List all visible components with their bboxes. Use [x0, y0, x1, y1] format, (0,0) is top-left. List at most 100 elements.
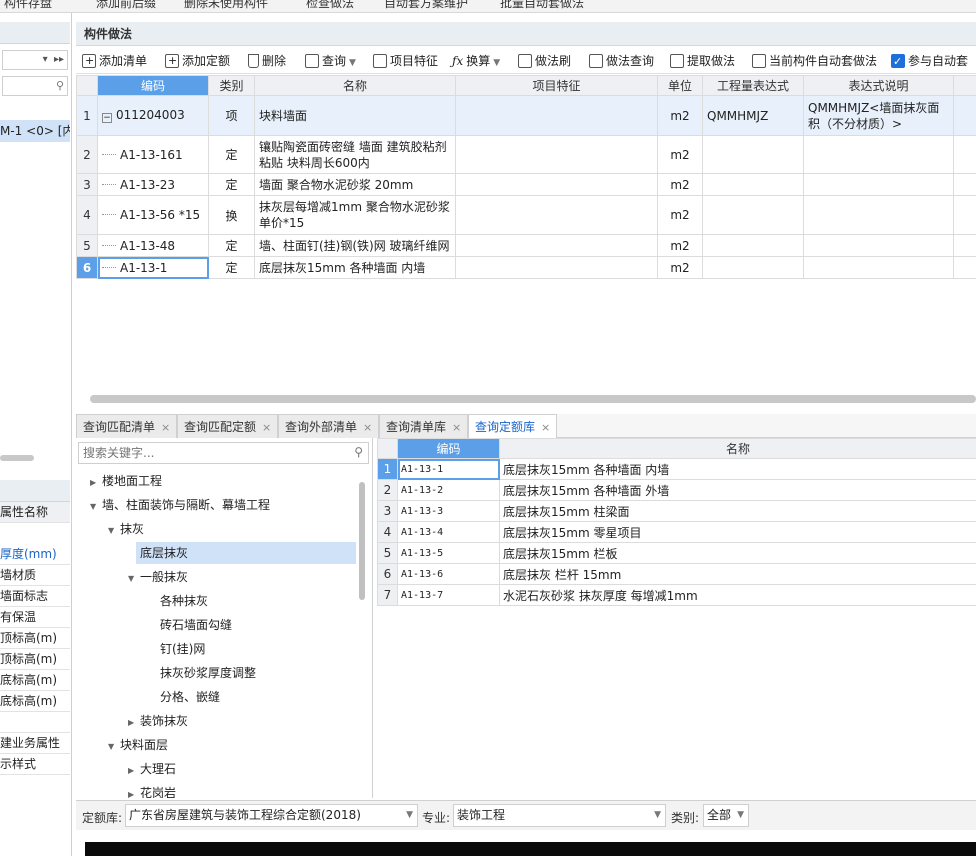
- method-grid: 编码 类别 名称 项目特征 单位 工程量表达式 表达式说明 1 −0112040…: [76, 75, 976, 375]
- tree-node[interactable]: 砖石墙面勾缝: [160, 614, 232, 636]
- prop-row[interactable]: 顶标高(m): [0, 628, 70, 649]
- major-select[interactable]: 装饰工程 ▼: [453, 804, 666, 827]
- col-code[interactable]: 编码: [97, 75, 209, 96]
- tree-node[interactable]: ▼ 墙、柱面装饰与隔断、幕墙工程: [90, 494, 270, 516]
- tree-node[interactable]: 分格、嵌缝: [160, 686, 220, 708]
- table-row[interactable]: 2 A1-13-2 底层抹灰15mm 各种墙面 外墙: [377, 479, 976, 501]
- collapse-icon[interactable]: −: [102, 113, 112, 123]
- tree-node[interactable]: ▼ 一般抹灰: [128, 566, 188, 588]
- col-desc[interactable]: 表达式说明: [803, 75, 954, 96]
- prop-row[interactable]: 底标高(m): [0, 670, 70, 691]
- tree-node[interactable]: ▶ 楼地面工程: [90, 470, 162, 492]
- auto-join-checkbox[interactable]: 参与自动套: [891, 51, 968, 72]
- top-batch-auto-button[interactable]: 批量自动套做法: [500, 0, 584, 11]
- prop-row[interactable]: 底标高(m): [0, 691, 70, 712]
- tree-node[interactable]: ▼ 块料面层: [108, 734, 168, 756]
- extract-method-button[interactable]: 提取做法: [670, 51, 735, 71]
- tree-vertical-scrollbar[interactable]: [359, 482, 365, 600]
- top-check-button[interactable]: 检查做法: [306, 0, 354, 11]
- method-brush-button[interactable]: 做法刷: [518, 51, 571, 71]
- table-row[interactable]: 5 A1-13-5 底层抹灰15mm 栏板: [377, 542, 976, 564]
- table-row[interactable]: 1 −011204003 项 块料墙面 m2 QMMHMJZ QMMHMJZ<墙…: [76, 95, 976, 136]
- top-delete-unused-button[interactable]: 删除未使用构件: [184, 0, 268, 11]
- table-row[interactable]: 4 A1-13-4 底层抹灰15mm 零星项目: [377, 521, 976, 543]
- tree-node[interactable]: ▶ 花岗岩: [128, 782, 176, 798]
- col-type[interactable]: 类别: [208, 75, 255, 96]
- tab-list-library[interactable]: 查询清单库 ×: [379, 414, 469, 438]
- tree-node[interactable]: ▶ 大理石: [128, 758, 176, 780]
- tree-node[interactable]: 钉(挂)网: [160, 638, 205, 660]
- close-icon[interactable]: ×: [541, 421, 550, 434]
- prop-row[interactable]: 建业务属性: [0, 733, 70, 754]
- expand-icon: ▶: [128, 766, 135, 775]
- add-quota-icon: [165, 51, 179, 71]
- auto-method-button[interactable]: 当前构件自动套做法: [752, 51, 877, 71]
- tree-search-box: ⚲: [78, 442, 369, 464]
- active-code-cell[interactable]: A1-13-1: [97, 256, 209, 279]
- tree-node[interactable]: 抹灰砂浆厚度调整: [160, 662, 256, 684]
- delete-button[interactable]: 删除: [248, 51, 286, 71]
- table-row[interactable]: 1 A1-13-1 底层抹灰15mm 各种墙面 内墙: [377, 458, 976, 480]
- left-search-input[interactable]: ⚲: [2, 76, 68, 96]
- tab-external-list[interactable]: 查询外部清单 ×: [278, 414, 380, 438]
- table-row[interactable]: 3 A1-13-3 底层抹灰15mm 柱梁面: [377, 500, 976, 522]
- left-filter-dropdown[interactable]: ▾ ▸▸: [2, 50, 68, 70]
- table-row[interactable]: 2 A1-13-161 定 镶贴陶瓷面砖密缝 墙面 建筑胶粘剂粘贴 块料周长60…: [76, 135, 976, 174]
- prop-row[interactable]: 有保温: [0, 607, 70, 628]
- table-row[interactable]: 4 A1-13-56 *15 换 抹灰层每增减1mm 聚合物水泥砂浆 单价*15…: [76, 195, 976, 235]
- grid-horizontal-scrollbar[interactable]: [90, 395, 976, 403]
- left-scrollbar[interactable]: [0, 455, 34, 461]
- add-list-button[interactable]: 添加清单: [82, 51, 147, 71]
- top-auto-scheme-button[interactable]: 自动套方案维护: [384, 0, 468, 11]
- prop-row[interactable]: 示样式: [0, 754, 70, 775]
- tree-search-input[interactable]: [79, 443, 339, 463]
- query-button[interactable]: 查询 ▼: [305, 51, 356, 71]
- prop-row[interactable]: 墙材质: [0, 565, 70, 586]
- tab-match-quota[interactable]: 查询匹配定额 ×: [177, 414, 279, 438]
- table-row[interactable]: 6 A1-13-6 底层抹灰 栏杆 15mm: [377, 563, 976, 585]
- component-item-selected[interactable]: M-1 <0> [内: [0, 120, 70, 142]
- table-row[interactable]: 6 A1-13-1 定 底层抹灰15mm 各种墙面 内墙 m2: [76, 256, 976, 279]
- tab-match-list[interactable]: 查询匹配清单 ×: [76, 414, 178, 438]
- table-row[interactable]: 3 A1-13-23 定 墙面 聚合物水泥砂浆 20mm m2: [76, 173, 976, 196]
- close-icon[interactable]: ×: [161, 421, 170, 434]
- prop-row[interactable]: 墙面标志: [0, 586, 70, 607]
- top-save-button[interactable]: 构件存盘: [4, 0, 52, 11]
- left-panel-header: [0, 22, 70, 44]
- category-select[interactable]: 全部 ▼: [703, 804, 749, 827]
- panel-title: 构件做法: [76, 22, 976, 46]
- quota-col-code[interactable]: 编码: [397, 438, 500, 459]
- add-list-icon: [82, 51, 96, 71]
- tree-node[interactable]: ▼ 抹灰: [108, 518, 144, 540]
- close-icon[interactable]: ×: [363, 421, 372, 434]
- brush-icon: [518, 54, 532, 68]
- quota-col-name[interactable]: 名称: [499, 438, 976, 459]
- prop-row[interactable]: 顶标高(m): [0, 649, 70, 670]
- collapse-icon: ▼: [128, 574, 135, 583]
- method-query-button[interactable]: 做法查询: [589, 51, 654, 71]
- category-label: 类别:: [671, 811, 700, 825]
- tree-node[interactable]: 各种抹灰: [160, 590, 208, 612]
- library-select[interactable]: 广东省房屋建筑与装饰工程综合定额(2018) ▼: [125, 804, 418, 827]
- col-unit[interactable]: 单位: [657, 75, 703, 96]
- search-icon[interactable]: ⚲: [354, 445, 363, 459]
- col-expr[interactable]: 工程量表达式: [702, 75, 804, 96]
- col-name[interactable]: 名称: [254, 75, 456, 96]
- tab-quota-library[interactable]: 查询定额库 ×: [468, 414, 558, 438]
- prop-row[interactable]: 厚度(mm): [0, 544, 70, 565]
- tree-node-selected[interactable]: 底层抹灰: [136, 542, 356, 564]
- prop-row[interactable]: [0, 712, 70, 733]
- col-feature[interactable]: 项目特征: [455, 75, 658, 96]
- top-prefix-button[interactable]: 添加前后缀: [96, 0, 156, 11]
- tree-node[interactable]: ▶ 装饰抹灰: [128, 710, 188, 732]
- item-feature-button[interactable]: 项目特征: [373, 51, 438, 71]
- close-icon[interactable]: ×: [452, 421, 461, 434]
- close-icon[interactable]: ×: [262, 421, 271, 434]
- add-quota-button[interactable]: 添加定额: [165, 51, 230, 71]
- table-row[interactable]: 7 A1-13-7 水泥石灰砂浆 抹灰厚度 每增减1mm: [377, 584, 976, 606]
- chevron-down-icon: ▼: [349, 58, 356, 68]
- grid-corner: [76, 75, 98, 96]
- convert-button[interactable]: ƒx 换算 ▼: [452, 51, 500, 71]
- table-row[interactable]: 5 A1-13-48 定 墙、柱面钉(挂)钢(铁)网 玻璃纤维网 m2: [76, 234, 976, 257]
- collapse-icon: ▼: [108, 526, 115, 535]
